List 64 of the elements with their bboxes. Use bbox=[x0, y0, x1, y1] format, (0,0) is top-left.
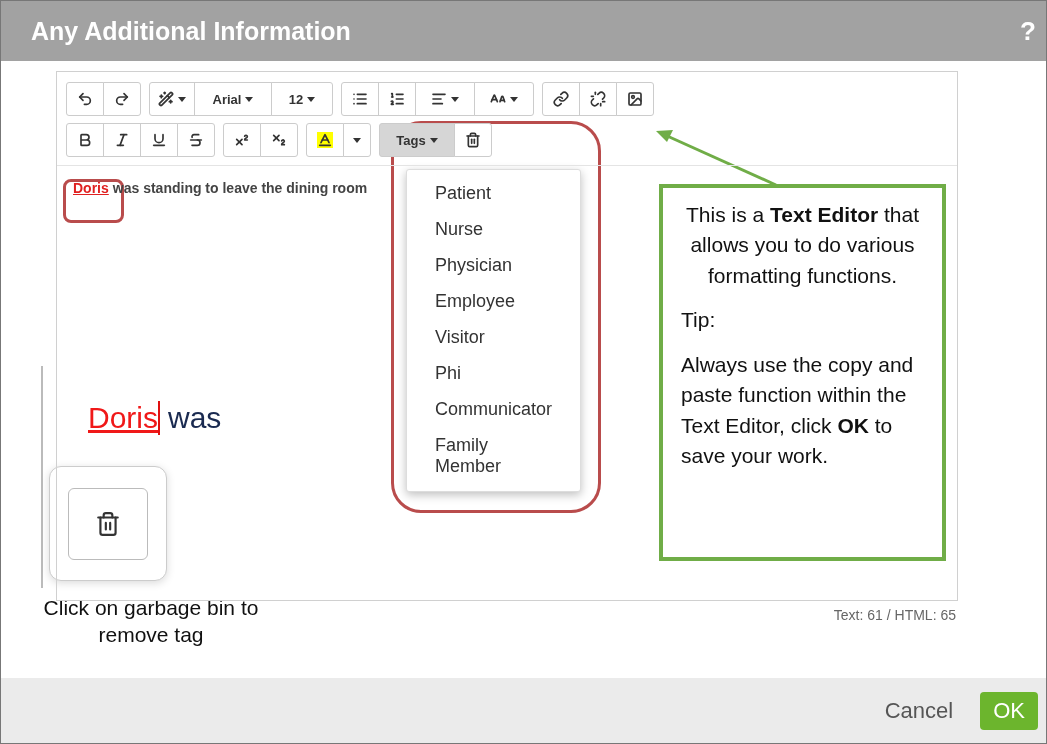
italic-icon bbox=[114, 132, 130, 148]
italic-button[interactable] bbox=[103, 123, 141, 157]
tag-link[interactable]: Doris bbox=[73, 180, 109, 196]
delete-button[interactable] bbox=[454, 123, 492, 157]
font-size-dropdown[interactable]: 12 bbox=[271, 82, 333, 116]
underline-button[interactable] bbox=[140, 123, 178, 157]
remove-tag-button[interactable] bbox=[68, 487, 148, 560]
align-button[interactable] bbox=[415, 82, 475, 116]
image-button[interactable] bbox=[616, 82, 654, 116]
redo-icon bbox=[114, 91, 130, 107]
callout-text: This is a Text Editor that allows you to do various formatting functions. bbox=[685, 202, 920, 289]
highlight-dropdown[interactable] bbox=[343, 123, 371, 157]
cancel-button[interactable]: Cancel bbox=[871, 691, 967, 730]
strikethrough-icon bbox=[188, 132, 204, 148]
bullet-list-button[interactable] bbox=[341, 82, 379, 116]
tags-button[interactable]: Tags bbox=[379, 123, 455, 157]
align-left-icon bbox=[431, 91, 447, 107]
caret-icon bbox=[429, 137, 438, 143]
bullet-list-icon bbox=[352, 91, 368, 107]
caret-icon bbox=[245, 96, 254, 102]
numbered-list-icon bbox=[389, 91, 405, 107]
highlight-button[interactable] bbox=[306, 123, 344, 157]
menu-item[interactable]: Physician bbox=[407, 250, 580, 286]
highlight-icon bbox=[317, 132, 333, 148]
bold-button[interactable] bbox=[66, 123, 104, 157]
redo-button[interactable] bbox=[103, 82, 141, 116]
image-icon bbox=[627, 91, 643, 107]
callout-text: Tip: bbox=[681, 307, 717, 334]
superscript-button[interactable] bbox=[223, 123, 261, 157]
dialog-title: Any Additional Information bbox=[31, 16, 351, 46]
subscript-button[interactable] bbox=[260, 123, 298, 157]
text-size-button[interactable] bbox=[474, 82, 534, 116]
character-counter: Text: 61 / HTML: 65 bbox=[833, 607, 956, 623]
menu-item[interactable]: Phi bbox=[407, 358, 580, 394]
callout-text: Always use the copy and paste function within the Text Editor, click OK to save your work. bbox=[681, 351, 915, 470]
menu-item[interactable]: Patient bbox=[407, 178, 580, 214]
menu-item[interactable]: Employee bbox=[407, 286, 580, 322]
caret-icon bbox=[307, 96, 316, 102]
menu-item[interactable]: Nurse bbox=[407, 214, 580, 250]
undo-icon bbox=[77, 91, 93, 107]
menu-item[interactable]: Visitor bbox=[407, 322, 580, 358]
unlink-button[interactable] bbox=[579, 82, 617, 116]
subscript-icon bbox=[271, 132, 287, 148]
undo-button[interactable] bbox=[66, 82, 104, 116]
menu-item[interactable]: Family Member bbox=[407, 430, 580, 487]
link-icon bbox=[553, 91, 569, 107]
superscript-icon bbox=[234, 132, 250, 148]
caret-icon bbox=[353, 137, 361, 143]
strikethrough-button[interactable] bbox=[177, 123, 215, 157]
underline-icon bbox=[151, 132, 167, 148]
link-button[interactable] bbox=[542, 82, 580, 116]
trash-icon bbox=[95, 510, 121, 537]
trash-icon bbox=[465, 132, 481, 148]
editor-text: was bbox=[168, 401, 222, 435]
caret-icon bbox=[510, 96, 518, 102]
bold-icon bbox=[77, 132, 93, 148]
caret-icon bbox=[451, 96, 459, 102]
magic-wand-icon bbox=[158, 91, 174, 107]
menu-item[interactable]: Communicator bbox=[407, 394, 580, 430]
unlink-icon bbox=[590, 91, 606, 107]
caret-icon bbox=[178, 96, 186, 102]
font-dropdown[interactable]: Arial bbox=[194, 82, 272, 116]
style-button[interactable] bbox=[149, 82, 195, 116]
numbered-list-button[interactable] bbox=[378, 82, 416, 116]
